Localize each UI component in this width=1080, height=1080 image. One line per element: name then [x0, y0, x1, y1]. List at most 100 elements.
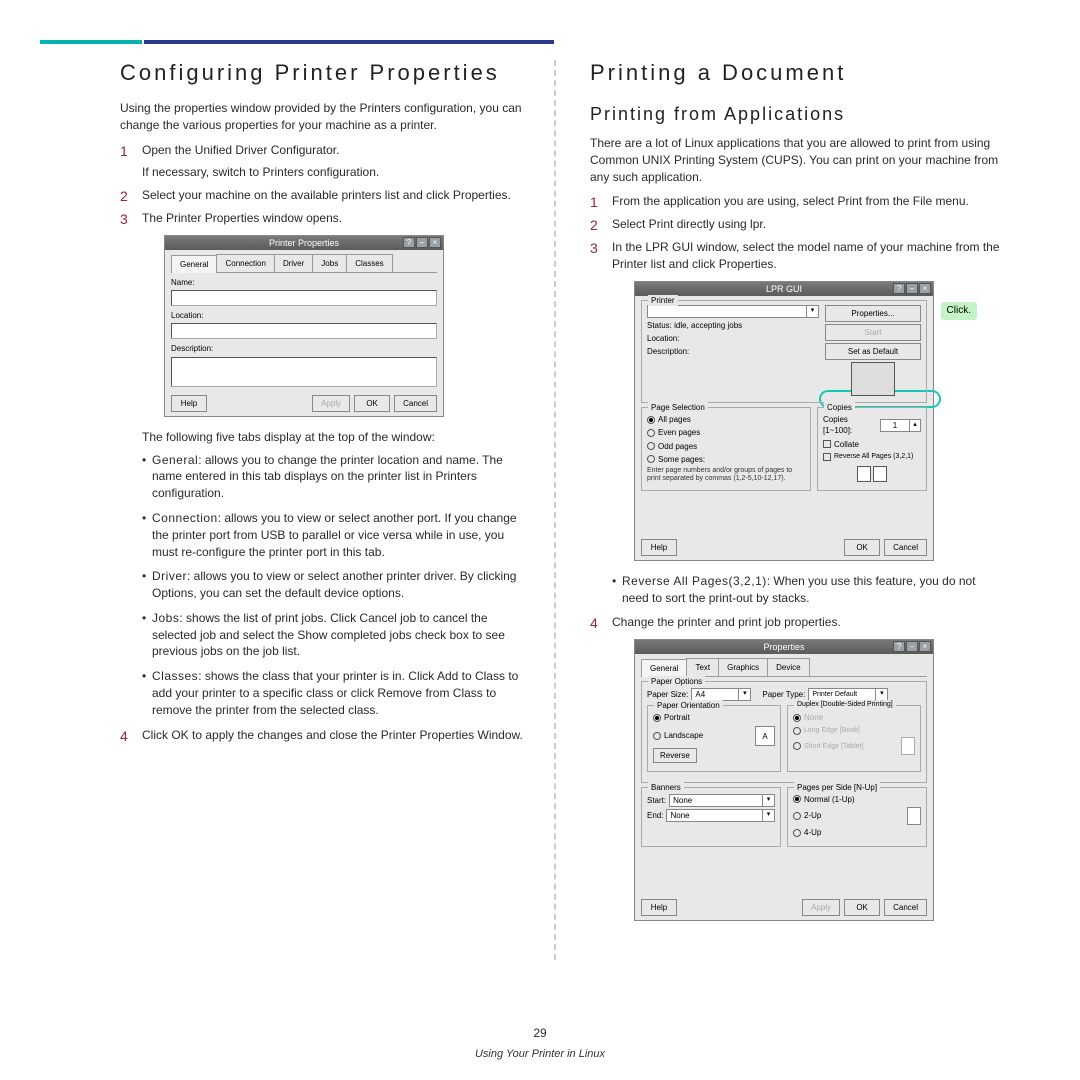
- reverse-checkbox[interactable]: [823, 453, 831, 461]
- lpr-title: LPR GUI: [766, 284, 802, 294]
- right-heading: Printing a Document: [590, 60, 1000, 86]
- bullet-general: General: allows you to change the printe…: [142, 452, 530, 502]
- ok-button[interactable]: OK: [354, 395, 390, 412]
- description-row: Description:: [647, 346, 819, 357]
- paper-options-group: Paper Options Paper Size: A4▾ Paper Type…: [641, 681, 927, 782]
- banner-start-dropdown[interactable]: None▾: [669, 794, 775, 807]
- description-label: Description:: [171, 343, 437, 354]
- radio-even-pages[interactable]: [647, 429, 655, 437]
- lpr-ok-button[interactable]: OK: [844, 539, 880, 556]
- radio-duplex-none[interactable]: [793, 714, 801, 722]
- tab-jobs[interactable]: Jobs: [312, 254, 347, 272]
- step-3: The Printer Properties window opens. Pri…: [120, 210, 530, 719]
- tabs-note: The following five tabs display at the t…: [142, 429, 530, 446]
- set-default-button[interactable]: Set as Default: [825, 343, 921, 360]
- help-window-icon[interactable]: ?: [403, 237, 415, 248]
- bullet-driver: Driver: allows you to view or select ano…: [142, 568, 530, 602]
- right-steps: From the application you are using, sele…: [590, 193, 1000, 921]
- props-titlebar: Properties ? – ×: [635, 640, 933, 654]
- copies-legend: Copies: [824, 402, 855, 413]
- pages-per-side-group: Pages per Side [N-Up] Normal (1-Up) 2-Up…: [787, 787, 927, 847]
- radio-all-pages[interactable]: [647, 416, 655, 424]
- name-input[interactable]: [171, 290, 437, 306]
- ptab-general[interactable]: General: [641, 659, 687, 677]
- copies-spinner[interactable]: 1▴: [880, 419, 921, 432]
- radio-1up[interactable]: [793, 795, 801, 803]
- step-1-text: Open the Unified Driver Configurator.: [142, 143, 339, 157]
- radio-2up[interactable]: [793, 812, 801, 820]
- step-2: Select your machine on the available pri…: [120, 187, 530, 204]
- page-preview-icon: [857, 466, 871, 482]
- tab-connection[interactable]: Connection: [216, 254, 274, 272]
- cancel-button[interactable]: Cancel: [394, 395, 437, 412]
- reverse-button[interactable]: Reverse: [653, 748, 697, 763]
- radio-landscape[interactable]: [653, 732, 661, 740]
- ptab-graphics[interactable]: Graphics: [718, 658, 768, 676]
- apply-button[interactable]: Apply: [312, 395, 350, 412]
- tab-driver[interactable]: Driver: [274, 254, 313, 272]
- rstep-1: From the application you are using, sele…: [590, 193, 1000, 210]
- properties-button[interactable]: Properties...: [825, 305, 921, 322]
- props-apply-button[interactable]: Apply: [802, 899, 840, 916]
- left-steps: Open the Unified Driver Configurator. If…: [120, 142, 530, 744]
- chevron-down-icon: ▾: [806, 306, 818, 317]
- help-window-icon[interactable]: ?: [893, 641, 905, 652]
- help-window-icon[interactable]: ?: [893, 283, 905, 294]
- page-body: Configuring Printer Properties Using the…: [0, 0, 1080, 933]
- props-ok-button[interactable]: OK: [844, 899, 880, 916]
- page-selection-legend: Page Selection: [648, 402, 708, 413]
- radio-portrait[interactable]: [653, 714, 661, 722]
- minimize-window-icon[interactable]: –: [906, 283, 918, 294]
- dialog-body: General Connection Driver Jobs Classes N…: [165, 250, 443, 416]
- location-label: Location:: [171, 310, 437, 321]
- spin-up-icon[interactable]: ▴: [909, 420, 920, 431]
- orientation-group: Paper Orientation Portrait Landscape A R…: [647, 705, 781, 771]
- step-1-sub: If necessary, switch to Printers configu…: [142, 164, 530, 181]
- radio-duplex-long[interactable]: [793, 727, 801, 735]
- banners-legend: Banners: [648, 782, 684, 793]
- lpr-titlebar: LPR GUI ? – ×: [635, 282, 933, 296]
- description-input[interactable]: [171, 357, 437, 387]
- close-window-icon[interactable]: ×: [919, 641, 931, 652]
- minimize-window-icon[interactable]: –: [906, 641, 918, 652]
- tab-general[interactable]: General: [171, 255, 217, 273]
- properties-dialog: Properties ? – × General Text Graphics D…: [634, 639, 934, 921]
- printer-dropdown[interactable]: ▾: [647, 305, 819, 318]
- bullet-classes: Classes: shows the class that your print…: [142, 668, 530, 718]
- minimize-window-icon[interactable]: –: [416, 237, 428, 248]
- right-intro: There are a lot of Linux applications th…: [590, 135, 1000, 185]
- collate-checkbox[interactable]: [823, 440, 831, 448]
- help-button[interactable]: Help: [171, 395, 207, 412]
- dialog-title: Printer Properties: [269, 238, 339, 248]
- radio-some-pages[interactable]: [647, 455, 655, 463]
- banners-group: Banners Start:None▾ End:None▾: [641, 787, 781, 847]
- step-3-text: The Printer Properties window opens.: [142, 211, 342, 225]
- lpr-help-button[interactable]: Help: [641, 539, 677, 556]
- bullet-connection: Connection: allows you to view or select…: [142, 510, 530, 560]
- props-cancel-button[interactable]: Cancel: [884, 899, 927, 916]
- props-title: Properties: [763, 642, 804, 652]
- tab-classes[interactable]: Classes: [346, 254, 392, 272]
- step-4: Click OK to apply the changes and close …: [120, 727, 530, 744]
- banner-end-dropdown[interactable]: None▾: [666, 809, 775, 822]
- start-button[interactable]: Start: [825, 324, 921, 341]
- location-input[interactable]: [171, 323, 437, 339]
- radio-odd-pages[interactable]: [647, 442, 655, 450]
- column-separator: [554, 60, 556, 960]
- location-row: Location:: [647, 333, 819, 344]
- lpr-cancel-button[interactable]: Cancel: [884, 539, 927, 556]
- some-pages-hint: Enter page numbers and/or groups of page…: [647, 467, 805, 484]
- nup-preview-icon: [907, 807, 921, 825]
- props-help-button[interactable]: Help: [641, 899, 677, 916]
- close-window-icon[interactable]: ×: [429, 237, 441, 248]
- ptab-device[interactable]: Device: [767, 658, 809, 676]
- rstep-3: In the LPR GUI window, select the model …: [590, 239, 1000, 606]
- duplex-group: Duplex [Double-Sided Printing] None Long…: [787, 705, 921, 771]
- step-4-text: Click OK to apply the changes and close …: [142, 728, 523, 742]
- radio-duplex-short[interactable]: [793, 742, 801, 750]
- duplex-preview-icon: [901, 737, 915, 755]
- ptab-text[interactable]: Text: [686, 658, 719, 676]
- radio-4up[interactable]: [793, 829, 801, 837]
- close-window-icon[interactable]: ×: [919, 283, 931, 294]
- page-preview-icon: [873, 466, 887, 482]
